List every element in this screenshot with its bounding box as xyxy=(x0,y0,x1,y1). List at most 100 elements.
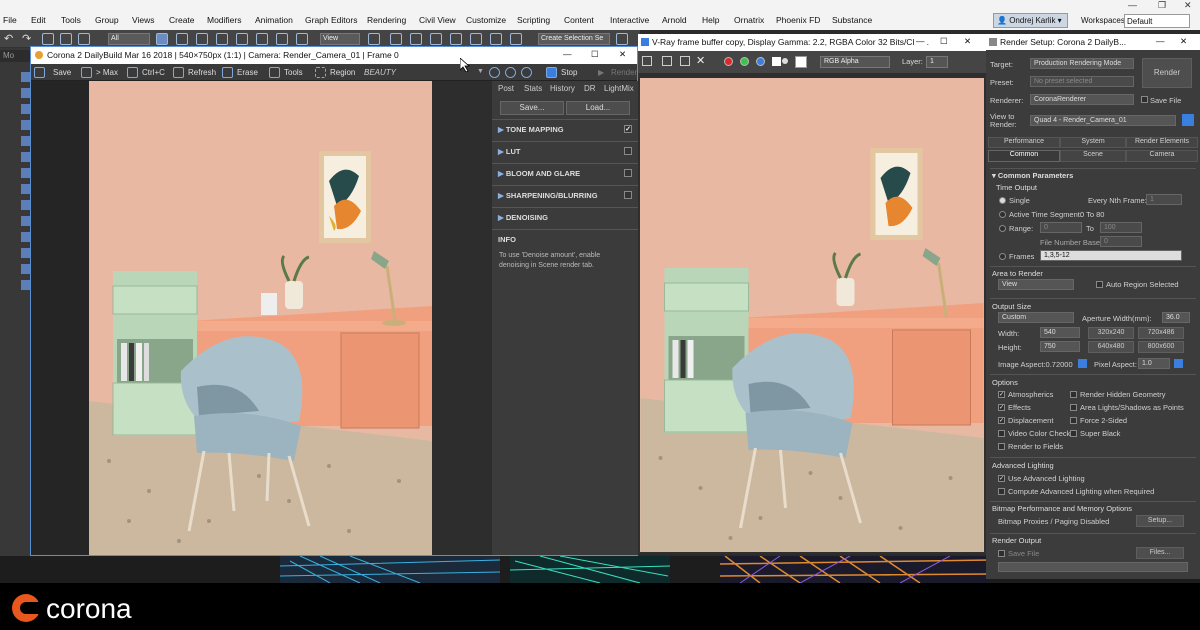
section-tone-mapping[interactable]: ▶ TONE MAPPING ✓ xyxy=(492,119,638,139)
tool-icon-13[interactable] xyxy=(21,264,30,274)
tone-mapping-checkbox[interactable]: ✓ xyxy=(624,125,632,133)
output-path-field[interactable] xyxy=(998,562,1188,572)
target-dropdown[interactable]: Production Rendering Mode xyxy=(1030,58,1134,69)
undo-icon[interactable]: ↶ xyxy=(4,32,13,45)
menu-item-help[interactable]: Help xyxy=(702,15,719,25)
aspect-lock-icon[interactable] xyxy=(1078,359,1087,368)
tool-icon-3[interactable] xyxy=(21,104,30,114)
menu-item-tools[interactable]: Tools xyxy=(61,15,81,25)
angle-snap-icon[interactable] xyxy=(430,33,442,45)
bloom-checkbox[interactable] xyxy=(624,169,632,177)
redo-icon[interactable]: ↷ xyxy=(22,32,31,45)
menu-item-interactive[interactable]: Interactive xyxy=(610,15,649,25)
save-button[interactable]: Save xyxy=(34,66,71,79)
save-file-output-checkbox[interactable] xyxy=(998,550,1005,557)
section-lut[interactable]: ▶ LUT xyxy=(492,141,638,161)
force-2-sided-checkbox[interactable] xyxy=(1070,417,1077,424)
every-nth-input[interactable]: 1 xyxy=(1146,194,1182,205)
render-image[interactable] xyxy=(89,81,432,555)
tool-icon-11[interactable] xyxy=(21,232,30,242)
minimize-icon[interactable]: — xyxy=(914,36,927,46)
files-button[interactable]: Files... xyxy=(1136,547,1184,559)
corona-vfb-titlebar[interactable]: Corona 2 DailyBuild Mar 16 2018 | 540×75… xyxy=(31,47,637,64)
preset-800x600-button[interactable]: 800x600 xyxy=(1138,341,1184,353)
menu-item-civil-view[interactable]: Civil View xyxy=(419,15,456,25)
atmospherics-checkbox[interactable]: ✓ xyxy=(998,391,1005,398)
preset-720x486-button[interactable]: 720x486 xyxy=(1138,327,1184,339)
select-by-name-icon[interactable] xyxy=(176,33,188,45)
lut-checkbox[interactable] xyxy=(624,147,632,155)
edit-named-sel-icon[interactable] xyxy=(490,33,502,45)
refresh-button[interactable]: Refresh xyxy=(173,66,216,79)
tab-dr[interactable]: DR xyxy=(584,84,596,93)
tab-camera[interactable]: Camera xyxy=(1126,150,1198,162)
send-to-max-button[interactable]: > Max xyxy=(81,66,118,79)
render-setup-titlebar[interactable]: Render Setup: Corona 2 DailyB... — ✕ xyxy=(986,34,1200,50)
scale-icon[interactable] xyxy=(276,33,288,45)
tool-icon-4[interactable] xyxy=(21,120,30,130)
renderer-dropdown[interactable]: CoronaRenderer xyxy=(1030,94,1134,105)
selection-filter-dropdown[interactable]: All xyxy=(108,33,150,45)
minimize-icon[interactable]: — xyxy=(1154,36,1167,46)
percent-snap-icon[interactable] xyxy=(450,33,462,45)
menu-item-animation[interactable]: Animation xyxy=(255,15,293,25)
menu-item-phoenix-fd[interactable]: Phoenix FD xyxy=(776,15,820,25)
view-to-render-dropdown[interactable]: Quad 4 - Render_Camera_01 xyxy=(1030,115,1176,126)
tab-performance[interactable]: Performance xyxy=(988,137,1060,148)
tool-icon-6[interactable] xyxy=(21,152,30,162)
menu-item-file[interactable]: File xyxy=(3,15,17,25)
load-preset-button[interactable]: Load... xyxy=(566,101,630,115)
pivot-icon[interactable] xyxy=(368,33,380,45)
restore-icon[interactable]: ❐ xyxy=(1158,0,1166,11)
save-image-icon[interactable] xyxy=(642,56,652,66)
menu-item-scripting[interactable]: Scripting xyxy=(517,15,550,25)
layer-dropdown[interactable]: 1 xyxy=(926,56,948,68)
vray-vfb-titlebar[interactable]: V-Ray frame buffer copy, Display Gamma: … xyxy=(638,34,986,51)
tab-render-elements[interactable]: Render Elements xyxy=(1126,137,1198,148)
sharpening-checkbox[interactable] xyxy=(624,191,632,199)
tab-lightmix[interactable]: LightMix xyxy=(604,84,634,93)
red-channel-icon[interactable] xyxy=(724,57,733,66)
tool-icon-8[interactable] xyxy=(21,184,30,194)
erase-button[interactable]: Erase xyxy=(222,66,258,79)
snap-icon[interactable] xyxy=(410,33,422,45)
dropdown-arrow-icon[interactable]: ▼ xyxy=(477,68,484,75)
zoom-fit-icon[interactable] xyxy=(521,67,532,78)
setup-button[interactable]: Setup... xyxy=(1136,515,1184,527)
tools-button[interactable]: Tools xyxy=(269,66,303,79)
output-size-dropdown[interactable]: Custom xyxy=(998,312,1074,323)
range-to-input[interactable]: 100 xyxy=(1100,222,1142,233)
spinner-snap-icon[interactable] xyxy=(470,33,482,45)
region-button[interactable]: Region xyxy=(315,66,355,79)
section-denoising[interactable]: ▶ DENOISING xyxy=(492,207,638,227)
range-radio[interactable] xyxy=(999,225,1006,232)
vray-render-image[interactable] xyxy=(640,78,984,552)
lock-icon[interactable] xyxy=(1182,114,1194,126)
tab-system[interactable]: System xyxy=(1060,137,1126,148)
tab-stats[interactable]: Stats xyxy=(524,84,542,93)
aperture-input[interactable]: 36.0 xyxy=(1162,312,1190,323)
menu-item-ornatrix[interactable]: Ornatrix xyxy=(734,15,764,25)
menu-item-substance[interactable]: Substance xyxy=(832,15,872,25)
rect-selection-icon[interactable] xyxy=(196,33,208,45)
close-icon[interactable]: ✕ xyxy=(1184,0,1192,11)
reference-coord-dropdown[interactable]: View xyxy=(320,33,360,45)
select-manipulate-icon[interactable] xyxy=(390,33,402,45)
render-button[interactable]: Render xyxy=(1142,58,1192,88)
menu-item-rendering[interactable]: Rendering xyxy=(367,15,406,25)
preset-320x240-button[interactable]: 320x240 xyxy=(1088,327,1134,339)
section-sharpening[interactable]: ▶ SHARPENING/BLURRING xyxy=(492,185,638,205)
tab-mo[interactable]: Mo xyxy=(0,50,30,62)
menu-item-group[interactable]: Group xyxy=(95,15,119,25)
tool-icon-10[interactable] xyxy=(21,216,30,226)
effects-checkbox[interactable]: ✓ xyxy=(998,404,1005,411)
menu-item-graph-editors[interactable]: Graph Editors xyxy=(305,15,357,25)
file-number-base-input[interactable]: 0 xyxy=(1100,236,1142,247)
section-bloom-glare[interactable]: ▶ BLOOM AND GLARE xyxy=(492,163,638,183)
mirror-icon[interactable] xyxy=(510,33,522,45)
window-crossing-icon[interactable] xyxy=(216,33,228,45)
maximize-icon[interactable]: ☐ xyxy=(591,49,599,60)
move-icon[interactable] xyxy=(236,33,248,45)
menu-item-modifiers[interactable]: Modifiers xyxy=(207,15,241,25)
bind-icon[interactable] xyxy=(78,33,90,45)
